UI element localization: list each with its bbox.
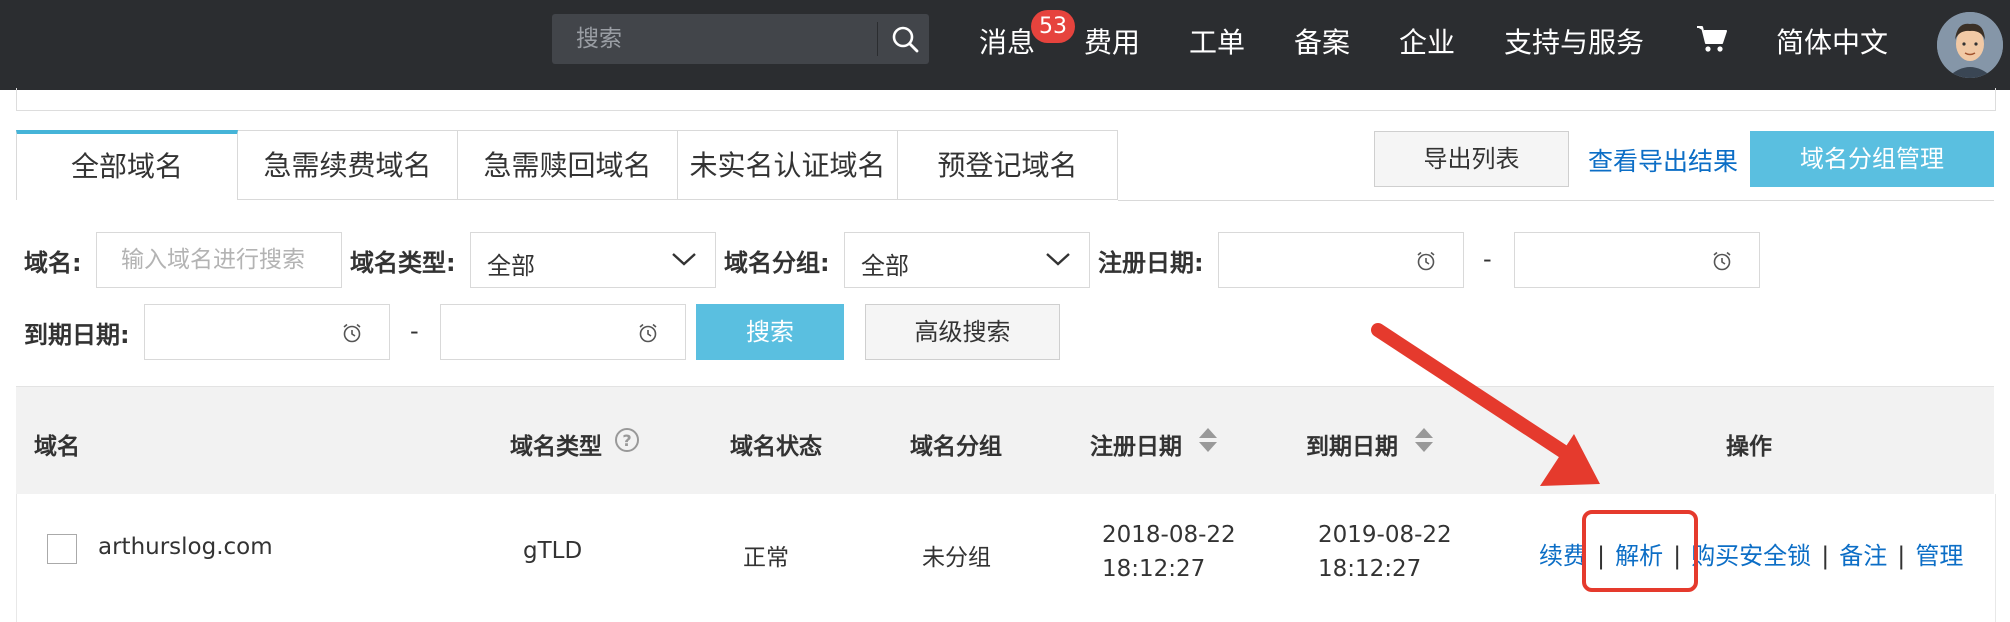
- advanced-search-button[interactable]: 高级搜索: [865, 304, 1060, 360]
- expire-date-cell: 2019-08-22: [1318, 522, 1452, 548]
- action-separator: |: [1821, 542, 1830, 570]
- help-icon[interactable]: ?: [614, 427, 640, 453]
- domain-group-value: 全部: [861, 252, 909, 280]
- expire-date-end[interactable]: [440, 304, 686, 360]
- global-search-input[interactable]: [552, 14, 882, 64]
- search-icon[interactable]: [889, 23, 921, 55]
- domain-search-field: [96, 232, 342, 288]
- reg-date-cell: 2018-08-22: [1102, 522, 1236, 548]
- expire-date-range-separator: -: [410, 317, 419, 345]
- column-header-actions: 操作: [1726, 434, 1772, 460]
- reg-date-end[interactable]: [1514, 232, 1760, 288]
- domain-group-manage-button[interactable]: 域名分组管理: [1750, 131, 1994, 187]
- remark-link[interactable]: 备注: [1839, 542, 1887, 570]
- page-top-strip: [16, 88, 1996, 111]
- nav-messages[interactable]: 消息: [979, 21, 1035, 61]
- column-header-domain: 域名: [34, 434, 80, 460]
- action-separator: |: [1897, 542, 1906, 570]
- tab-all-domains[interactable]: 全部域名: [16, 130, 238, 200]
- renew-link[interactable]: 续费: [1539, 542, 1587, 570]
- sort-icon[interactable]: [1414, 425, 1434, 455]
- chevron-down-icon: [672, 253, 696, 266]
- view-export-results-link[interactable]: 查看导出结果: [1588, 142, 1738, 178]
- nav-language[interactable]: 简体中文: [1776, 21, 1888, 61]
- nav-support[interactable]: 支持与服务: [1504, 21, 1644, 61]
- column-header-type: 域名类型: [510, 434, 602, 460]
- cart-icon[interactable]: [1695, 24, 1729, 54]
- domain-link[interactable]: arthurslog.com: [98, 534, 273, 560]
- svg-text:?: ?: [622, 431, 631, 450]
- global-search: [552, 14, 929, 64]
- domain-type-value: 全部: [487, 252, 535, 280]
- column-header-group: 域名分组: [910, 434, 1002, 460]
- column-header-reg-date: 注册日期: [1090, 434, 1182, 460]
- domain-filter-label: 域名:: [24, 249, 82, 277]
- top-navigation-bar: 消息 53 费用 工单 备案 企业 支持与服务 简体中文: [0, 0, 2010, 90]
- tab-renew-needed[interactable]: 急需续费域名: [238, 130, 458, 200]
- expire-time-cell: 18:12:27: [1318, 556, 1422, 582]
- table-row: arthurslog.com gTLD 正常 未分组 2018-08-22 18…: [16, 494, 1996, 622]
- search-button[interactable]: 搜索: [696, 304, 844, 360]
- dns-resolve-highlight-box: [1582, 510, 1698, 592]
- nav-icp-filing[interactable]: 备案: [1294, 21, 1350, 61]
- reg-time-cell: 18:12:27: [1102, 556, 1206, 582]
- expire-date-start[interactable]: [144, 304, 390, 360]
- nav-enterprise[interactable]: 企业: [1399, 21, 1455, 61]
- domain-group-select[interactable]: 全部: [844, 232, 1090, 288]
- tab-redeem-needed[interactable]: 急需赎回域名: [458, 130, 678, 200]
- domain-search-input[interactable]: [97, 233, 341, 287]
- domain-type-cell: gTLD: [523, 538, 583, 564]
- user-avatar[interactable]: [1937, 12, 2003, 78]
- domain-type-label: 域名类型:: [350, 249, 456, 277]
- nav-billing[interactable]: 费用: [1084, 21, 1140, 61]
- domain-group-label: 域名分组:: [724, 249, 830, 277]
- table-header: 域名 域名类型 ? 域名状态 域名分组 注册日期 到期日期 操作: [16, 386, 1994, 495]
- sort-icon[interactable]: [1198, 425, 1218, 455]
- buy-security-lock-link[interactable]: 购买安全锁: [1691, 542, 1811, 570]
- domain-status-cell: 正常: [743, 545, 789, 571]
- tab-preregistered[interactable]: 预登记域名: [898, 130, 1118, 200]
- search-divider: [877, 22, 878, 56]
- expire-date-label: 到期日期:: [24, 321, 130, 349]
- reg-date-label: 注册日期:: [1098, 249, 1204, 277]
- column-header-status: 域名状态: [730, 434, 822, 460]
- column-header-expire-date: 到期日期: [1306, 434, 1398, 460]
- clock-icon: [639, 323, 657, 343]
- message-count-badge: 53: [1031, 10, 1075, 43]
- tab-unverified[interactable]: 未实名认证域名: [678, 130, 898, 200]
- clock-icon: [1713, 251, 1731, 271]
- nav-tickets[interactable]: 工单: [1189, 21, 1245, 61]
- clock-icon: [1417, 251, 1435, 271]
- manage-link[interactable]: 管理: [1915, 542, 1963, 570]
- reg-date-range-separator: -: [1483, 245, 1492, 273]
- domain-group-cell: 未分组: [922, 545, 991, 571]
- tab-baseline: [1118, 200, 1994, 201]
- reg-date-start[interactable]: [1218, 232, 1464, 288]
- chevron-down-icon: [1046, 253, 1070, 266]
- export-list-button[interactable]: 导出列表: [1374, 131, 1569, 187]
- row-checkbox[interactable]: [47, 534, 77, 564]
- clock-icon: [343, 323, 361, 343]
- domain-type-select[interactable]: 全部: [470, 232, 716, 288]
- avatar-icon: [1937, 12, 2003, 78]
